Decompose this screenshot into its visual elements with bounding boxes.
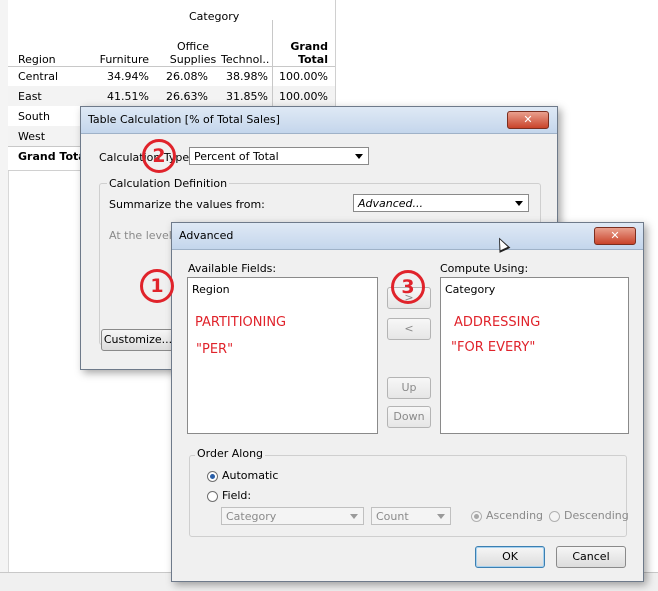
annotation-number-3: 3 [391,270,425,304]
chevron-down-icon [437,514,445,519]
advanced-titlebar: Advanced [172,223,643,250]
field-radio[interactable] [207,491,218,502]
chevron-down-icon [515,201,523,206]
move-down-button[interactable]: Down [387,406,431,428]
annotation-addressing: ADDRESSING [454,315,541,330]
annotation-number-2: 2 [142,139,176,173]
descending-label: Descending [564,509,629,522]
cell-grand-total: 100.00% [279,90,328,103]
available-fields-label: Available Fields: [188,262,277,275]
advanced-title: Advanced [179,229,234,242]
dialog-title: Table Calculation [% of Total Sales] [88,113,280,126]
cell-office: 26.08% [166,70,208,83]
cell-furniture: 41.51% [107,90,149,103]
cell-grand-total: 100.00% [279,70,328,83]
grand-total-header-line2: Total [297,53,328,66]
table-calculation-titlebar: Table Calculation [% of Total Sales] [81,107,557,134]
header-divider [8,66,335,67]
order-field-select[interactable]: Category [221,507,364,525]
aggregation-value: Count [376,510,409,523]
row-region: South [18,110,50,123]
furniture-header: Furniture [99,53,149,66]
ascending-label: Ascending [486,509,544,522]
office-header-line2: Supplies [169,53,217,66]
grand-total-header-line1: Grand [290,40,328,53]
row-grand-total: Grand Total [18,150,90,163]
cell-office: 26.63% [166,90,208,103]
chevron-down-icon [350,514,358,519]
customize-button[interactable]: Customize... [101,329,175,351]
region-header: Region [18,53,56,66]
descending-radio[interactable] [549,511,560,522]
move-up-button[interactable]: Up [387,377,431,399]
aggregation-select[interactable]: Count [371,507,451,525]
calculation-type-value: Percent of Total [194,150,279,163]
chevron-down-icon [355,154,363,159]
summarize-label: Summarize the values from: [109,198,265,211]
technology-header: Technol.. [221,53,270,66]
list-item[interactable]: Region [192,283,230,296]
row-region: Central [18,70,59,83]
category-header: Category [189,10,240,23]
cell-technology: 31.85% [226,90,268,103]
field-label: Field: [222,489,252,502]
summarize-select[interactable]: Advanced... [353,194,529,212]
automatic-radio[interactable] [207,471,218,482]
cancel-button[interactable]: Cancel [556,546,626,568]
office-header-line1: Office [176,40,210,53]
annotation-partitioning: PARTITIONING [195,315,287,330]
calculation-type-select[interactable]: Percent of Total [189,147,369,165]
compute-using-label: Compute Using: [440,262,529,275]
cell-furniture: 34.94% [107,70,149,83]
move-left-button[interactable]: < [387,318,431,340]
annotation-number-1: 1 [140,269,174,303]
summarize-value: Advanced... [358,197,424,210]
row-region: East [18,90,42,103]
at-level-label: At the level: [109,229,176,242]
order-field-value: Category [226,510,277,523]
row-region: West [18,130,46,143]
annotation-for-every: "FOR EVERY" [451,340,536,355]
compute-using-list[interactable]: Category [440,277,629,434]
annotation-per: "PER" [196,342,234,357]
ok-button[interactable]: OK [475,546,545,568]
cell-technology: 38.98% [226,70,268,83]
ascending-radio[interactable] [471,511,482,522]
calculation-definition-label: Calculation Definition [107,177,230,190]
order-along-label: Order Along [195,447,266,460]
close-icon[interactable]: ✕ [594,227,636,245]
list-item[interactable]: Category [445,283,495,296]
automatic-label: Automatic [222,469,279,482]
close-icon[interactable]: ✕ [507,111,549,129]
